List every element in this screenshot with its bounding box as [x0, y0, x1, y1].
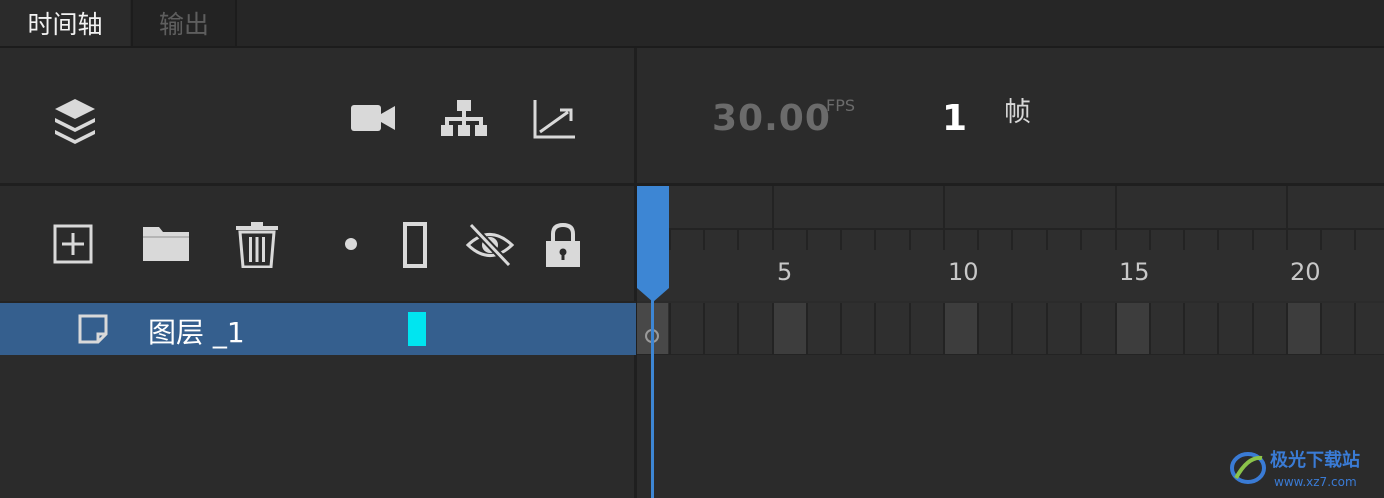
- ruler-label-15: 15: [1119, 258, 1150, 286]
- folder-icon[interactable]: [142, 224, 190, 262]
- watermark-logo: 极光下载站 www.xz7.com: [1228, 444, 1376, 492]
- add-layer-icon[interactable]: [53, 224, 93, 264]
- dot-icon[interactable]: [344, 237, 358, 251]
- layer-type-icon: [78, 314, 108, 344]
- watermark-text: 极光下载站: [1270, 449, 1360, 471]
- lock-icon[interactable]: [544, 222, 582, 268]
- camera-icon[interactable]: [350, 102, 396, 134]
- frame-value[interactable]: 1: [942, 98, 967, 139]
- fps-value[interactable]: 30.00: [712, 98, 831, 139]
- layer-color-swatch[interactable]: [408, 312, 426, 346]
- tab-bar: 时间轴 输出: [0, 0, 1384, 48]
- playhead-handle[interactable]: [637, 186, 669, 302]
- ruler-label-20: 20: [1290, 258, 1321, 286]
- ruler-ticks: [637, 186, 1384, 250]
- hierarchy-icon[interactable]: [441, 99, 487, 137]
- playhead-line[interactable]: [651, 296, 654, 498]
- tab-output[interactable]: 输出: [131, 0, 237, 46]
- ruler-label-10: 10: [948, 258, 979, 286]
- hide-icon[interactable]: [465, 222, 515, 268]
- trash-icon[interactable]: [235, 222, 279, 268]
- frame-ruler[interactable]: [637, 186, 1384, 301]
- frames-row[interactable]: [637, 303, 1384, 355]
- fps-unit: FPS: [826, 96, 856, 115]
- watermark-url: www.xz7.com: [1274, 475, 1357, 489]
- frame-unit: 帧: [1004, 97, 1031, 128]
- outline-icon[interactable]: [403, 222, 427, 268]
- tab-timeline[interactable]: 时间轴: [0, 0, 130, 46]
- graph-icon[interactable]: [532, 98, 576, 140]
- layers-icon[interactable]: [52, 96, 98, 144]
- ruler-label-5: 5: [777, 258, 793, 286]
- frame-cells: [637, 303, 1384, 355]
- layer-name[interactable]: 图层 _1: [148, 311, 245, 351]
